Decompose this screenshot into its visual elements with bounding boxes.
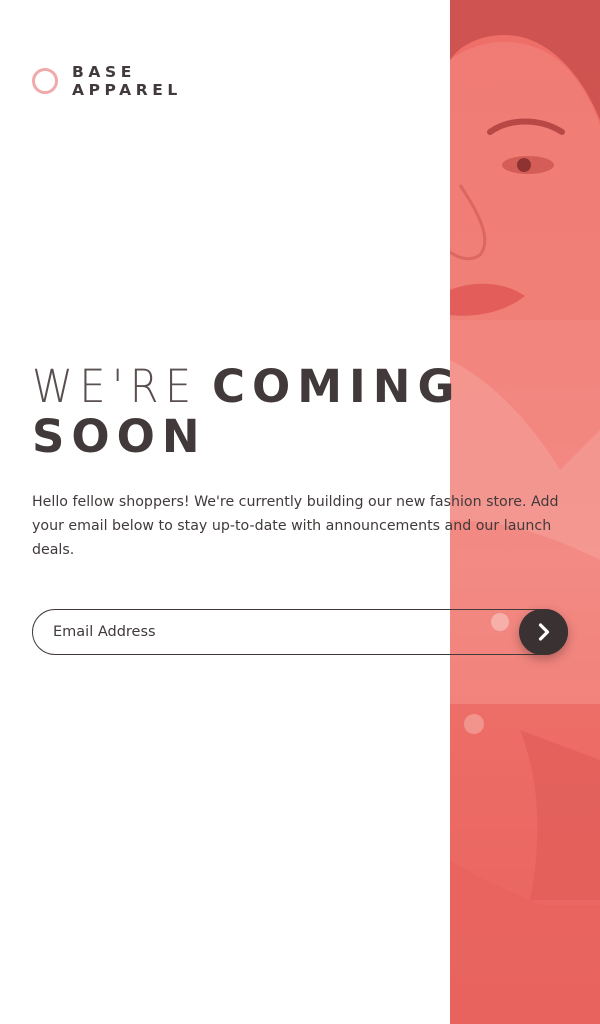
brand-name-line-2: APPAREL: [72, 81, 182, 99]
page-title-bold-2: SOON: [32, 410, 207, 463]
page-title-bold-1: COMING: [212, 360, 462, 413]
submit-button[interactable]: [519, 609, 568, 655]
email-signup-form: [32, 609, 568, 655]
brand-name-line-1: BASE: [72, 63, 136, 81]
page-title: WE'RE COMING SOON: [32, 362, 572, 462]
page-title-light: WE'RE: [32, 360, 198, 413]
chevron-right-icon: [538, 623, 550, 641]
brand-logo[interactable]: BASE APPAREL: [32, 63, 182, 99]
intro-text: Hello fellow shoppers! We're currently b…: [32, 494, 559, 558]
logo-ring-icon: [32, 68, 58, 94]
email-input[interactable]: [32, 609, 568, 655]
brand-name: BASE APPAREL: [72, 63, 182, 99]
